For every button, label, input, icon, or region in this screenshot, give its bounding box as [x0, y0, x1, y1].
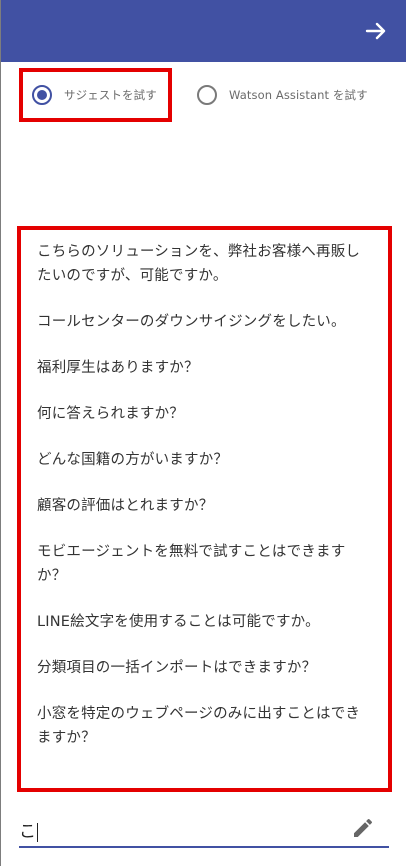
radio-watson-assistant[interactable]: Watson Assistant を試す: [195, 68, 368, 122]
text-caret: [37, 822, 38, 842]
chat-widget: サジェストを試す Watson Assistant を試す こちらのソリューショ…: [0, 0, 406, 866]
suggestion-item[interactable]: 何に答えられますか？: [37, 402, 374, 426]
radio-suggest[interactable]: サジェストを試す: [19, 68, 172, 122]
suggestion-item[interactable]: 分類項目の一括インポートはできますか？: [37, 656, 374, 680]
suggestion-item[interactable]: どんな国籍の方がいますか？: [37, 448, 374, 472]
suggestion-item[interactable]: こちらのソリューションを、弊社お客様へ再販したいのですが、可能ですか。: [37, 240, 374, 288]
radio-unchecked-icon[interactable]: [197, 85, 217, 105]
radio-checked-icon[interactable]: [32, 85, 52, 105]
suggestion-item[interactable]: LINE絵文字を使用することは可能ですか。: [37, 610, 374, 634]
message-input-row[interactable]: こ: [19, 808, 389, 848]
suggestion-item[interactable]: コールセンターのダウンサイジングをしたい。: [37, 310, 374, 334]
suggestion-list: こちらのソリューションを、弊社お客様へ再販したいのですが、可能ですか。 コールセ…: [17, 226, 392, 792]
suggestion-item[interactable]: モビエージェントを無料で試すことはできますか？: [37, 540, 374, 588]
pencil-icon[interactable]: [351, 816, 375, 840]
suggestion-item[interactable]: 顧客の評価はとれますか？: [37, 494, 374, 518]
message-input[interactable]: こ: [19, 817, 38, 842]
suggestion-item[interactable]: 小窓を特定のウェブページのみに出すことはできますか？: [37, 702, 374, 750]
header-bar: [1, 0, 406, 62]
mode-radio-group: サジェストを試す Watson Assistant を試す: [19, 68, 406, 122]
arrow-right-icon[interactable]: [364, 19, 388, 43]
radio-watson-label: Watson Assistant を試す: [229, 88, 368, 102]
radio-suggest-label: サジェストを試す: [64, 88, 157, 102]
message-input-value: こ: [19, 822, 36, 842]
suggestion-item[interactable]: 福利厚生はありますか？: [37, 356, 374, 380]
